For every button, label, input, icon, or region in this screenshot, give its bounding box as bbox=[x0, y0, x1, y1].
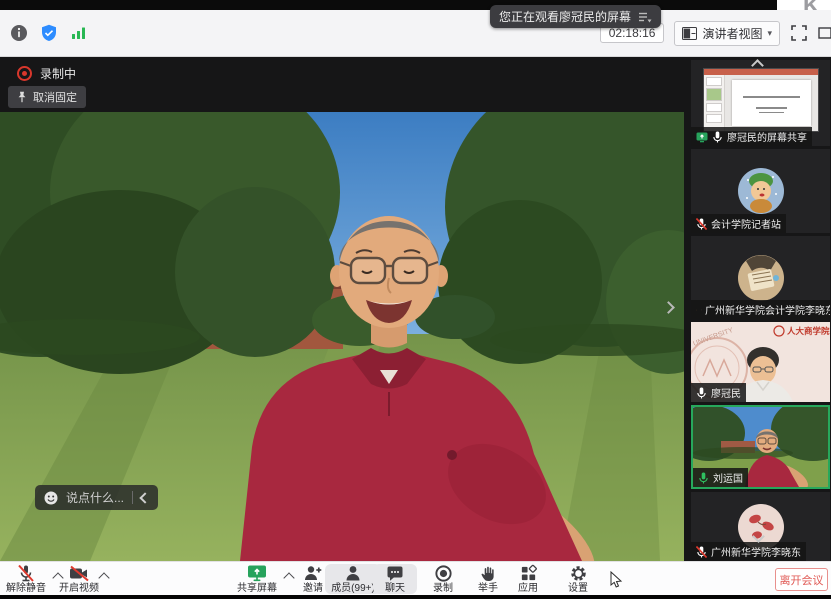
camera-off-icon bbox=[68, 564, 90, 583]
unpin-button[interactable]: 取消固定 bbox=[8, 86, 86, 108]
start-video-label: 开启视频 bbox=[59, 584, 99, 594]
participant-name: 广州新华学院会计学院李晓东 bbox=[705, 302, 830, 317]
shared-screen-preview bbox=[703, 68, 819, 132]
recording-dot-icon bbox=[17, 66, 32, 81]
leave-meeting-button[interactable]: 离开会议 bbox=[775, 568, 828, 591]
record-icon bbox=[434, 564, 453, 583]
chat-icon bbox=[385, 564, 405, 583]
pin-icon bbox=[17, 91, 27, 103]
fullscreen-icon[interactable] bbox=[790, 24, 808, 42]
apps-label: 应用 bbox=[518, 584, 538, 594]
view-mode-button[interactable]: 演讲者视图 ▾ bbox=[674, 21, 780, 46]
bottom-strip bbox=[0, 595, 831, 599]
raise-hand-label: 举手 bbox=[478, 584, 498, 594]
settings-label: 设置 bbox=[568, 584, 588, 594]
mouse-cursor bbox=[610, 571, 624, 589]
recording-label: 录制中 bbox=[40, 65, 76, 82]
chevron-down-icon: ▾ bbox=[767, 28, 772, 39]
topbar-left-group bbox=[10, 10, 88, 56]
meeting-topbar: 02:18:16 演讲者视图 ▾ bbox=[0, 10, 831, 57]
gear-icon bbox=[569, 564, 588, 583]
recording-indicator: 录制中 bbox=[17, 65, 76, 82]
tile-participant[interactable]: UNIVERSITY 人大商学院 bbox=[691, 322, 830, 402]
tile-name-badge: 廖冠民 bbox=[691, 383, 746, 402]
participant-name: 广州新华学院李晓东 bbox=[711, 544, 801, 559]
chat-label: 聊天 bbox=[385, 584, 405, 594]
divider bbox=[132, 491, 133, 504]
raise-hand-button[interactable]: 举手 bbox=[466, 564, 510, 594]
mic-muted-icon bbox=[16, 564, 36, 583]
tile-participant[interactable]: 广州新华学院李晓东 bbox=[691, 492, 830, 561]
speaker-stage: 录制中 取消固定 bbox=[0, 58, 690, 561]
participant-name: 廖冠民的屏幕共享 bbox=[727, 129, 807, 144]
mic-on-icon bbox=[712, 131, 723, 143]
invite-icon bbox=[303, 564, 323, 583]
mic-speaking-icon bbox=[698, 472, 709, 484]
emoji-icon[interactable] bbox=[44, 491, 58, 505]
unmute-label: 解除静音 bbox=[6, 584, 46, 594]
participant-name: 廖冠民 bbox=[711, 385, 741, 400]
meeting-controls-bar: 解除静音 开启视频 共享屏幕 bbox=[0, 561, 831, 595]
share-screen-label: 共享屏幕 bbox=[237, 584, 277, 594]
view-mode-label: 演讲者视图 bbox=[702, 25, 762, 42]
watermark-letter: K bbox=[803, 0, 820, 10]
tile-active-speaker[interactable]: 刘运国 bbox=[691, 405, 830, 489]
quick-chat-bar[interactable]: 说点什么... bbox=[35, 485, 158, 510]
raise-hand-icon bbox=[479, 564, 498, 583]
person-icon bbox=[696, 304, 697, 316]
chat-input-placeholder[interactable]: 说点什么... bbox=[66, 489, 124, 506]
tile-screen-share[interactable]: 廖冠民的屏幕共享 bbox=[691, 60, 830, 146]
screen-share-icon bbox=[696, 131, 708, 143]
speaker-view-icon bbox=[682, 27, 697, 40]
network-signal-icon[interactable] bbox=[70, 25, 88, 41]
start-video-button[interactable]: 开启视频 bbox=[54, 564, 104, 594]
mic-muted-icon bbox=[696, 546, 707, 558]
collapse-chat-icon[interactable] bbox=[139, 492, 150, 503]
apps-icon bbox=[519, 564, 538, 583]
invite-label: 邀请 bbox=[303, 584, 323, 594]
school-brand-text: 人大商学院 bbox=[787, 326, 830, 336]
participants-icon bbox=[343, 564, 363, 583]
participants-label: 成员(99+) bbox=[331, 584, 375, 594]
meeting-window: K 您正在观看廖冠民的屏幕 bbox=[0, 0, 831, 599]
share-screen-icon bbox=[246, 564, 268, 583]
mic-on-icon bbox=[696, 387, 707, 399]
record-button[interactable]: 录制 bbox=[421, 564, 465, 594]
apps-button[interactable]: 应用 bbox=[506, 564, 550, 594]
unmute-button[interactable]: 解除静音 bbox=[0, 564, 52, 594]
watermark-logo: K bbox=[777, 0, 831, 10]
tile-name-badge: 广州新华学院会计学院李晓东 bbox=[691, 300, 830, 319]
window-title-strip bbox=[0, 0, 831, 10]
tile-name-badge: 廖冠民的屏幕共享 bbox=[691, 127, 812, 146]
settings-button[interactable]: 设置 bbox=[556, 564, 600, 594]
share-screen-button[interactable]: 共享屏幕 bbox=[231, 564, 283, 594]
participant-name: 刘运国 bbox=[713, 470, 743, 485]
meeting-main: 录制中 取消固定 bbox=[0, 58, 831, 561]
tile-name-badge: 会计学院记者站 bbox=[691, 214, 786, 233]
participant-name: 会计学院记者站 bbox=[711, 216, 781, 231]
record-label: 录制 bbox=[433, 584, 453, 594]
view-options-icon[interactable] bbox=[638, 11, 652, 23]
window-icon[interactable] bbox=[818, 26, 831, 40]
unpin-label: 取消固定 bbox=[33, 89, 77, 105]
tile-participant[interactable]: 会计学院记者站 bbox=[691, 149, 830, 233]
tile-name-badge: 广州新华学院李晓东 bbox=[691, 542, 806, 561]
chat-button[interactable]: 聊天 bbox=[373, 564, 417, 594]
mic-muted-icon bbox=[696, 218, 707, 230]
tile-name-badge: 刘运国 bbox=[693, 468, 748, 487]
tile-participant[interactable]: 广州新华学院会计学院李晓东 bbox=[691, 236, 830, 319]
meeting-info-icon[interactable] bbox=[10, 24, 28, 42]
encryption-shield-icon[interactable] bbox=[40, 24, 58, 42]
screen-watch-text: 您正在观看廖冠民的屏幕 bbox=[499, 8, 631, 25]
participants-sidebar: 廖冠民的屏幕共享 bbox=[690, 58, 831, 561]
screen-watch-banner[interactable]: 您正在观看廖冠民的屏幕 bbox=[490, 5, 661, 28]
